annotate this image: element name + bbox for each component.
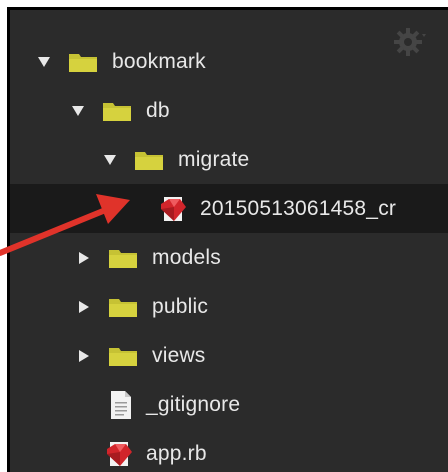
file-tree-panel: bookmark db migrate 20150513061458_cr mo… [7, 7, 448, 472]
caret-down-icon[interactable] [70, 103, 86, 119]
tree-item-label: bookmark [112, 49, 206, 73]
tree-item-migration-file[interactable]: 20150513061458_cr [10, 184, 448, 233]
folder-icon [103, 102, 131, 121]
caret-right-icon[interactable] [76, 299, 92, 315]
tree-item-views[interactable]: views [10, 331, 448, 380]
tree-item-label: models [152, 245, 221, 269]
tree-item-label: app.rb [146, 441, 207, 465]
tree-item-label: db [146, 98, 170, 122]
tree-item-app-rb[interactable]: app.rb [10, 429, 448, 472]
tree-item-models[interactable]: models [10, 233, 448, 282]
ruby-file-icon [107, 441, 132, 466]
ruby-file-icon [161, 196, 186, 221]
tree-item-label: views [152, 343, 206, 367]
tree-item-gitignore[interactable]: _gitignore [10, 380, 448, 429]
tree-item-label: _gitignore [146, 392, 241, 416]
tree-item-label: migrate [178, 147, 250, 171]
tree-item-bookmark[interactable]: bookmark [10, 37, 448, 86]
tree-item-public[interactable]: public [10, 282, 448, 331]
caret-right-icon[interactable] [76, 348, 92, 364]
caret-down-icon[interactable] [36, 54, 52, 70]
tree-item-db[interactable]: db [10, 86, 448, 135]
folder-icon [109, 249, 137, 268]
text-file-icon [111, 390, 131, 419]
folder-icon [135, 151, 163, 170]
folder-icon [69, 53, 97, 72]
tree-item-migrate[interactable]: migrate [10, 135, 448, 184]
folder-icon [109, 298, 137, 317]
tree-item-label: 20150513061458_cr [200, 196, 397, 220]
caret-right-icon[interactable] [76, 250, 92, 266]
tree-item-label: public [152, 294, 209, 318]
caret-down-icon[interactable] [102, 152, 118, 168]
folder-icon [109, 347, 137, 366]
